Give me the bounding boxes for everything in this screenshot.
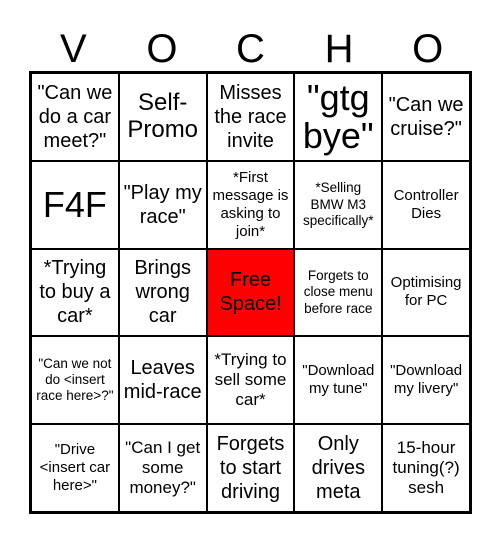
bingo-cell[interactable]: "Can I get some money?": [118, 424, 207, 512]
bingo-cell[interactable]: Forgets to close menu before race: [294, 248, 383, 337]
free-space-cell[interactable]: Free Space!: [206, 248, 295, 337]
bingo-cell[interactable]: F4F: [31, 160, 119, 249]
bingo-cell[interactable]: *Trying to sell some car*: [206, 336, 295, 425]
bingo-cell[interactable]: "Drive <insert car here>": [31, 424, 119, 512]
bingo-cell[interactable]: Controller Dies: [382, 160, 470, 249]
bingo-header: V O C H O: [29, 28, 472, 70]
bingo-cell[interactable]: "Download my livery": [382, 336, 470, 425]
header-letter: O: [146, 27, 178, 71]
bingo-cell[interactable]: Leaves mid-race: [118, 336, 207, 425]
header-letter: V: [59, 27, 87, 71]
header-letter: H: [324, 27, 354, 71]
header-letter: C: [236, 27, 265, 71]
bingo-cell[interactable]: Brings wrong car: [118, 248, 207, 337]
bingo-cell[interactable]: "gtg bye": [294, 73, 383, 161]
bingo-cell[interactable]: Misses the race invite: [206, 73, 295, 161]
bingo-cell[interactable]: *First message is asking to join*: [206, 160, 295, 249]
bingo-cell[interactable]: *Trying to buy a car*: [31, 248, 119, 337]
bingo-cell[interactable]: Optimising for PC: [382, 248, 470, 337]
bingo-cell[interactable]: "Play my race": [118, 160, 207, 249]
bingo-cell[interactable]: *Selling BMW M3 specifically*: [294, 160, 383, 249]
bingo-cell[interactable]: "Can we not do <insert race here>?": [31, 336, 119, 425]
header-letter: O: [412, 27, 444, 71]
bingo-cell[interactable]: Only drives meta: [294, 424, 383, 512]
bingo-cell[interactable]: "Download my tune": [294, 336, 383, 425]
bingo-cell[interactable]: Self-Promo: [118, 73, 207, 161]
bingo-cell[interactable]: Forgets to start driving: [206, 424, 295, 512]
bingo-cell[interactable]: "Can we cruise?": [382, 73, 470, 161]
bingo-cell[interactable]: "Can we do a car meet?": [31, 73, 119, 161]
bingo-card: "Can we do a car meet?" Self-Promo Misse…: [29, 71, 472, 514]
bingo-cell[interactable]: 15-hour tuning(?) sesh: [382, 424, 470, 512]
